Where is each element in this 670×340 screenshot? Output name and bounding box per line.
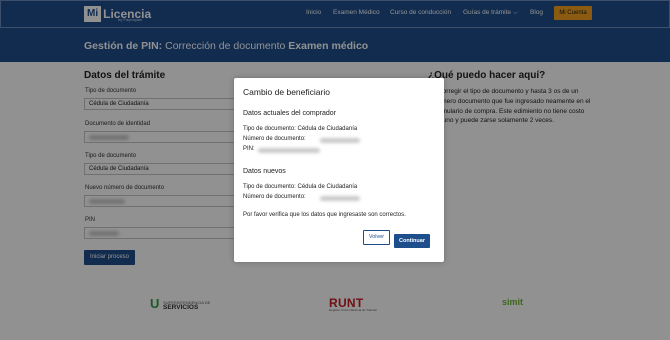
new-numero-blurred xyxy=(320,196,360,201)
new-data-heading: Datos nuevos xyxy=(243,168,286,175)
current-pin-blurred xyxy=(258,148,320,153)
current-tipo-documento: Tipo de documento: Cédula de Ciudadanía xyxy=(243,126,357,132)
verification-note: Por favor verifica que los datos que ing… xyxy=(243,212,406,218)
current-pin-label: PIN: xyxy=(243,146,255,152)
current-tipo-value: Cédula de Ciudadanía xyxy=(297,126,358,132)
volver-button[interactable]: Volver xyxy=(363,230,390,245)
current-tipo-label: Tipo de documento: xyxy=(243,126,296,132)
current-numero-label: Número de documento: xyxy=(243,136,306,142)
current-numero-blurred xyxy=(320,138,360,143)
new-tipo-value: Cédula de Ciudadanía xyxy=(297,184,358,190)
dialog-title: Cambio de beneficiario xyxy=(243,87,330,97)
cambio-beneficiario-dialog: Cambio de beneficiario Datos actuales de… xyxy=(234,78,444,262)
new-numero-documento: Número de documento: xyxy=(243,194,306,200)
current-numero-documento: Número de documento: xyxy=(243,136,306,142)
new-numero-label: Número de documento: xyxy=(243,194,306,200)
current-pin: PIN: xyxy=(243,146,255,152)
new-tipo-label: Tipo de documento: xyxy=(243,184,296,190)
new-tipo-documento: Tipo de documento: Cédula de Ciudadanía xyxy=(243,184,357,190)
continuar-button[interactable]: Continuar xyxy=(394,234,430,248)
current-data-heading: Datos actuales del comprador xyxy=(243,110,336,117)
